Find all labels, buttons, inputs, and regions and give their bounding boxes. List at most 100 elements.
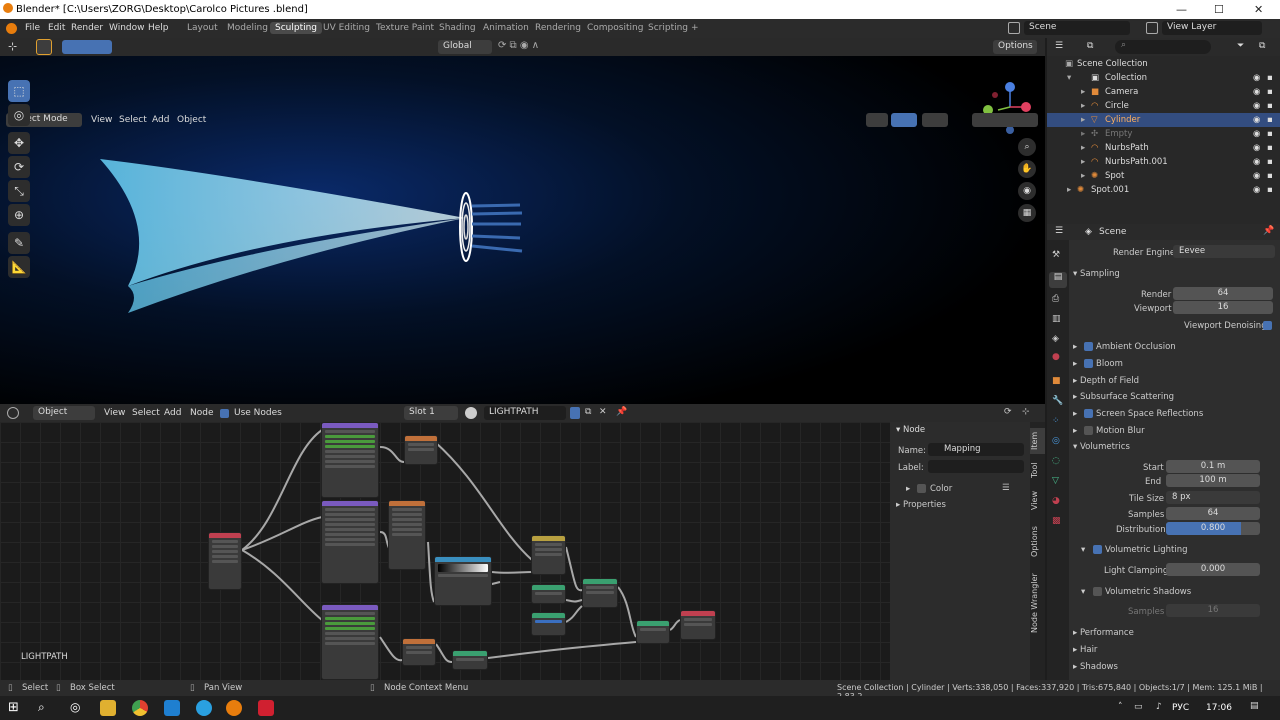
gradient-texture-node-2[interactable] — [402, 638, 436, 666]
depth-of-field-panel-header[interactable]: ▸ Depth of Field — [1073, 376, 1139, 386]
color-checkbox[interactable] — [917, 484, 926, 493]
outliner-search-input[interactable]: ⌕ — [1115, 40, 1211, 54]
store-icon[interactable] — [164, 700, 180, 716]
blender-menu-icon[interactable] — [6, 23, 17, 34]
node-name-field[interactable]: Mapping — [928, 443, 1024, 456]
camera-render-icon[interactable]: ▪ — [1267, 73, 1273, 83]
file-explorer-icon[interactable] — [100, 700, 116, 716]
gizmo-toggle-icon[interactable] — [891, 113, 917, 127]
eye-icon[interactable]: ◉ — [1253, 115, 1260, 125]
mix-rgb-node[interactable] — [531, 535, 566, 575]
close-icon[interactable]: ✕ — [1254, 3, 1263, 16]
minimize-icon[interactable]: — — [1176, 3, 1187, 16]
menu-file[interactable]: File — [25, 23, 40, 33]
texture-tab-icon[interactable]: ▩ — [1052, 516, 1061, 526]
visibility-icon[interactable] — [866, 113, 888, 127]
eye-icon[interactable]: ◉ — [1253, 185, 1260, 195]
tab-texture-paint[interactable]: Texture Paint — [371, 22, 439, 34]
outliner-item[interactable]: ▾ ▣ Collection ◉ ▪ — [1047, 71, 1280, 85]
node-options-icon[interactable]: ⊹ — [1022, 407, 1030, 417]
expand-icon[interactable]: ▸ — [1081, 157, 1085, 167]
eye-icon[interactable]: ◉ — [1253, 171, 1260, 181]
data-tab-icon[interactable]: ▽ — [1052, 476, 1059, 486]
view-layer-selector[interactable]: View Layer — [1162, 21, 1262, 35]
texture-coordinate-node[interactable] — [208, 532, 242, 590]
ambient-occlusion-checkbox[interactable] — [1084, 342, 1093, 351]
material-tab-icon[interactable]: ◕ — [1052, 496, 1060, 506]
object-tab-icon[interactable]: ■ — [1052, 376, 1061, 386]
tab-sculpting[interactable]: Sculpting — [270, 22, 323, 34]
outliner-item[interactable]: ▸ ▽ Cylinder ◉ ▪ — [1047, 113, 1280, 127]
expand-icon[interactable]: ▸ — [1081, 129, 1085, 139]
eye-icon[interactable]: ◉ — [1253, 143, 1260, 153]
ssr-panel-header[interactable]: ▸ — [1073, 409, 1077, 419]
expand-icon[interactable]: ▸ — [1081, 143, 1085, 153]
outliner-item[interactable]: ▸ ✺ Spot.001 ◉ ▪ — [1047, 183, 1280, 197]
vol-lighting-panel-header[interactable]: ▾ — [1081, 545, 1085, 555]
shader-type-dropdown[interactable]: Object — [33, 406, 95, 420]
select-box-icon[interactable]: ⬚ — [8, 80, 30, 102]
camera-render-icon[interactable]: ▪ — [1267, 185, 1273, 195]
render-samples-field[interactable]: 64 — [1173, 287, 1273, 300]
tray-chevron-icon[interactable]: ˄ — [1118, 702, 1123, 712]
cursor-icon[interactable]: ◎ — [8, 104, 30, 126]
render-tab-icon[interactable]: ▤ — [1049, 272, 1067, 288]
outliner-item[interactable]: ▣ Scene Collection — [1047, 57, 1280, 71]
tab-modeling[interactable]: Modeling — [222, 22, 273, 34]
camera-render-icon[interactable]: ▪ — [1267, 101, 1273, 111]
maximize-icon[interactable]: ☐ — [1214, 3, 1224, 16]
3d-viewport[interactable]: Object Mode View Select Add Object ⬚ ◎ ✥… — [0, 56, 1045, 404]
wave-texture-node[interactable] — [388, 500, 426, 570]
clock[interactable]: 17:06 — [1206, 703, 1232, 713]
filter-icon[interactable]: ⏷ — [1237, 41, 1244, 51]
ssr-checkbox[interactable] — [1084, 409, 1093, 418]
blender-taskbar-icon[interactable] — [226, 700, 242, 716]
constraints-tab-icon[interactable]: ◌ — [1052, 456, 1060, 466]
snap-node-icon[interactable]: ⟳ — [1004, 407, 1012, 417]
app-taskbar-icon[interactable] — [258, 700, 274, 716]
menu-help[interactable]: Help — [148, 23, 169, 33]
tab-view[interactable]: View — [1030, 488, 1045, 514]
node-menu-select[interactable]: Select — [132, 408, 160, 418]
mapping-node-1[interactable] — [321, 422, 379, 498]
editor-type-icon[interactable]: ⊹ — [8, 40, 22, 54]
tile-size-dropdown[interactable]: 8 px — [1166, 491, 1260, 504]
slot-dropdown[interactable]: Slot 1 — [404, 406, 458, 420]
volume-icon[interactable]: ♪ — [1156, 702, 1162, 712]
tab-node-wrangler[interactable]: Node Wrangler — [1030, 568, 1045, 638]
duplicate-material-icon[interactable]: ⧉ — [585, 407, 591, 417]
mapping-node-3[interactable] — [321, 604, 379, 680]
eye-icon[interactable]: ◉ — [1253, 129, 1260, 139]
use-nodes-checkbox[interactable] — [220, 409, 229, 418]
options-dropdown[interactable]: Options — [993, 40, 1037, 54]
search-icon[interactable]: ⌕ — [38, 700, 54, 716]
node-menu-view[interactable]: View — [104, 408, 125, 418]
tool-tab-icon[interactable]: ⚒ — [1052, 250, 1060, 260]
task-view-icon[interactable]: ◎ — [70, 700, 86, 716]
shading-mode-buttons[interactable] — [972, 113, 1038, 127]
viewport-samples-field[interactable]: 16 — [1173, 301, 1273, 314]
overlay-toggle-icon[interactable] — [922, 113, 948, 127]
particles-tab-icon[interactable]: ⁘ — [1052, 416, 1060, 426]
menu-render[interactable]: Render — [71, 23, 103, 33]
view-layer-icon[interactable] — [1146, 22, 1158, 34]
tab-shading[interactable]: Shading — [434, 22, 481, 34]
mapping-node-2[interactable] — [321, 500, 379, 584]
telegram-icon[interactable] — [196, 700, 212, 716]
tab-compositing[interactable]: Compositing — [582, 22, 648, 34]
chrome-icon[interactable] — [132, 700, 148, 716]
distribution-slider[interactable]: 0.800 — [1166, 522, 1260, 535]
bloom-checkbox[interactable] — [1084, 359, 1093, 368]
move-icon[interactable]: ✥ — [8, 132, 30, 154]
eye-icon[interactable]: ◉ — [1253, 73, 1260, 83]
tab-rendering[interactable]: Rendering — [530, 22, 586, 34]
tab-tool[interactable]: Tool — [1030, 458, 1045, 482]
outliner-item[interactable]: ▸ ■ Camera ◉ ▪ — [1047, 85, 1280, 99]
expand-icon[interactable]: ▸ — [1081, 101, 1085, 111]
material-name-field[interactable]: LIGHTPATH — [484, 406, 566, 420]
output-tab-icon[interactable]: ⎙ — [1052, 294, 1059, 304]
ambient-occlusion-panel-header[interactable]: ▸ — [1073, 342, 1077, 352]
camera-view-icon[interactable]: ◉ — [1018, 182, 1036, 200]
camera-render-icon[interactable]: ▪ — [1267, 87, 1273, 97]
emission-node-2[interactable] — [531, 612, 566, 636]
